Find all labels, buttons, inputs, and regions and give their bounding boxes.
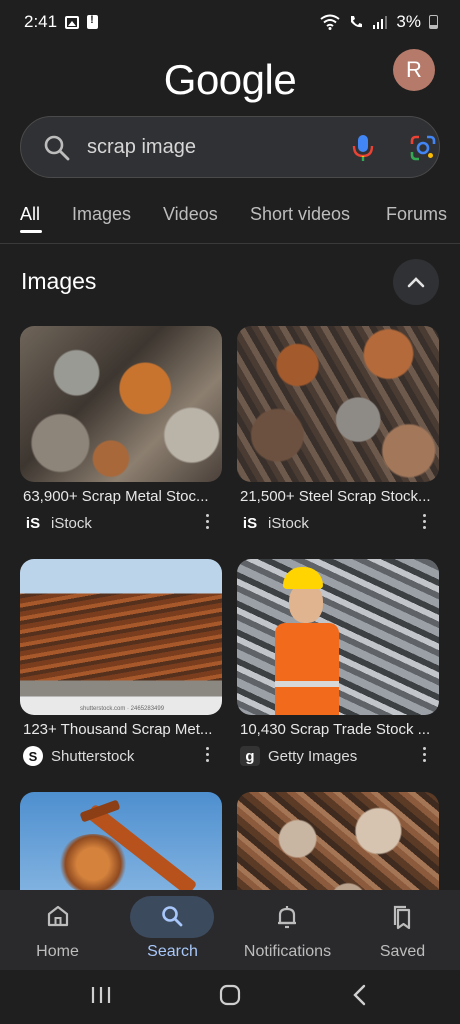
image-result[interactable]: 21,500+ Steel Scrap Stock... iS iStock: [237, 326, 439, 532]
result-title[interactable]: 21,500+ Steel Scrap Stock...: [240, 488, 440, 505]
collapse-button[interactable]: [393, 259, 439, 305]
result-title[interactable]: 63,900+ Scrap Metal Stoc...: [23, 488, 223, 505]
tab-images[interactable]: Images: [72, 204, 131, 225]
result-title[interactable]: 10,430 Scrap Trade Stock ...: [240, 721, 440, 738]
worker-head: [289, 583, 323, 623]
source-name: Getty Images: [268, 747, 358, 765]
result-source[interactable]: S Shutterstock: [23, 746, 134, 766]
result-thumbnail[interactable]: [237, 559, 439, 715]
status-bar: 2:41 3%: [0, 0, 460, 44]
tab-all[interactable]: All: [20, 204, 40, 225]
more-options-icon[interactable]: [423, 514, 427, 530]
scrap-bundle: [58, 834, 128, 894]
istock-logo: iS: [242, 514, 258, 532]
getty-logo: g: [240, 746, 260, 766]
more-options-icon[interactable]: [206, 514, 210, 530]
search-icon: [44, 135, 70, 161]
result-thumbnail[interactable]: shutterstock.com · 2465283499: [20, 559, 222, 715]
search-tabs: All Images Videos Short videos Forums: [0, 194, 460, 244]
image-result[interactable]: 63,900+ Scrap Metal Stoc... iS iStock: [20, 326, 222, 532]
active-tab-indicator: [20, 230, 42, 233]
recent-apps-icon[interactable]: [90, 984, 112, 1006]
tab-videos[interactable]: Videos: [163, 204, 218, 225]
watermark: shutterstock.com · 2465283499: [80, 706, 165, 712]
hard-hat: [283, 567, 323, 589]
result-source[interactable]: iS iStock: [240, 513, 309, 533]
gallery-notification-icon: [65, 15, 80, 29]
image-result[interactable]: shutterstock.com · 2465283499 123+ Thous…: [20, 559, 222, 766]
wifi-calling-icon: [351, 16, 363, 28]
tab-forums[interactable]: Forums: [386, 204, 447, 225]
nav-label: Notifications: [243, 943, 332, 960]
battery-percent: 3%: [396, 12, 421, 31]
signal-icon: [373, 16, 388, 29]
avatar[interactable]: R: [393, 49, 435, 91]
home-button-icon[interactable]: [218, 983, 242, 1007]
section-title: Images: [21, 268, 97, 294]
source-name: Shutterstock: [51, 747, 135, 765]
search-bar[interactable]: scrap image: [20, 116, 440, 178]
home-icon: [47, 905, 69, 927]
source-name: iStock: [51, 514, 92, 532]
nav-notifications[interactable]: Notifications: [230, 890, 345, 970]
bookmark-icon: [393, 905, 411, 930]
chevron-up-icon: [407, 277, 425, 288]
nav-saved[interactable]: Saved: [345, 890, 460, 970]
istock-logo: iS: [25, 514, 41, 532]
google-logo[interactable]: Google: [0, 56, 460, 104]
result-thumbnail[interactable]: [237, 326, 439, 482]
mic-icon[interactable]: [351, 133, 375, 163]
tab-short-videos[interactable]: Short videos: [250, 204, 350, 225]
shutterstock-logo: S: [23, 746, 43, 766]
bottom-navigation: Home Search Notifications Saved: [0, 890, 460, 970]
nav-home[interactable]: Home: [0, 890, 115, 970]
more-options-icon[interactable]: [206, 747, 210, 763]
wifi-icon: [320, 14, 341, 30]
nav-label: Search: [147, 943, 198, 960]
result-thumbnail[interactable]: [20, 326, 222, 482]
battery-icon: [429, 15, 438, 29]
result-title[interactable]: 123+ Thousand Scrap Met...: [23, 721, 223, 738]
back-icon[interactable]: [350, 983, 370, 1007]
result-source[interactable]: iS iStock: [23, 513, 92, 533]
worker-figure: [275, 623, 339, 715]
more-options-icon[interactable]: [423, 747, 427, 763]
status-time: 2:41: [24, 12, 58, 31]
google-lens-icon[interactable]: [409, 134, 437, 162]
alert-notification-icon: [87, 14, 99, 29]
nav-label: Saved: [379, 943, 426, 960]
nav-search[interactable]: Search: [115, 890, 230, 970]
source-name: iStock: [268, 514, 309, 532]
search-input[interactable]: scrap image: [87, 136, 196, 159]
image-result[interactable]: 10,430 Scrap Trade Stock ... g Getty Ima…: [237, 559, 439, 766]
result-source[interactable]: g Getty Images: [240, 746, 357, 766]
search-icon: [162, 906, 183, 927]
system-navigation-bar: [0, 970, 460, 1024]
nav-label: Home: [36, 943, 79, 960]
bell-icon: [278, 906, 296, 929]
